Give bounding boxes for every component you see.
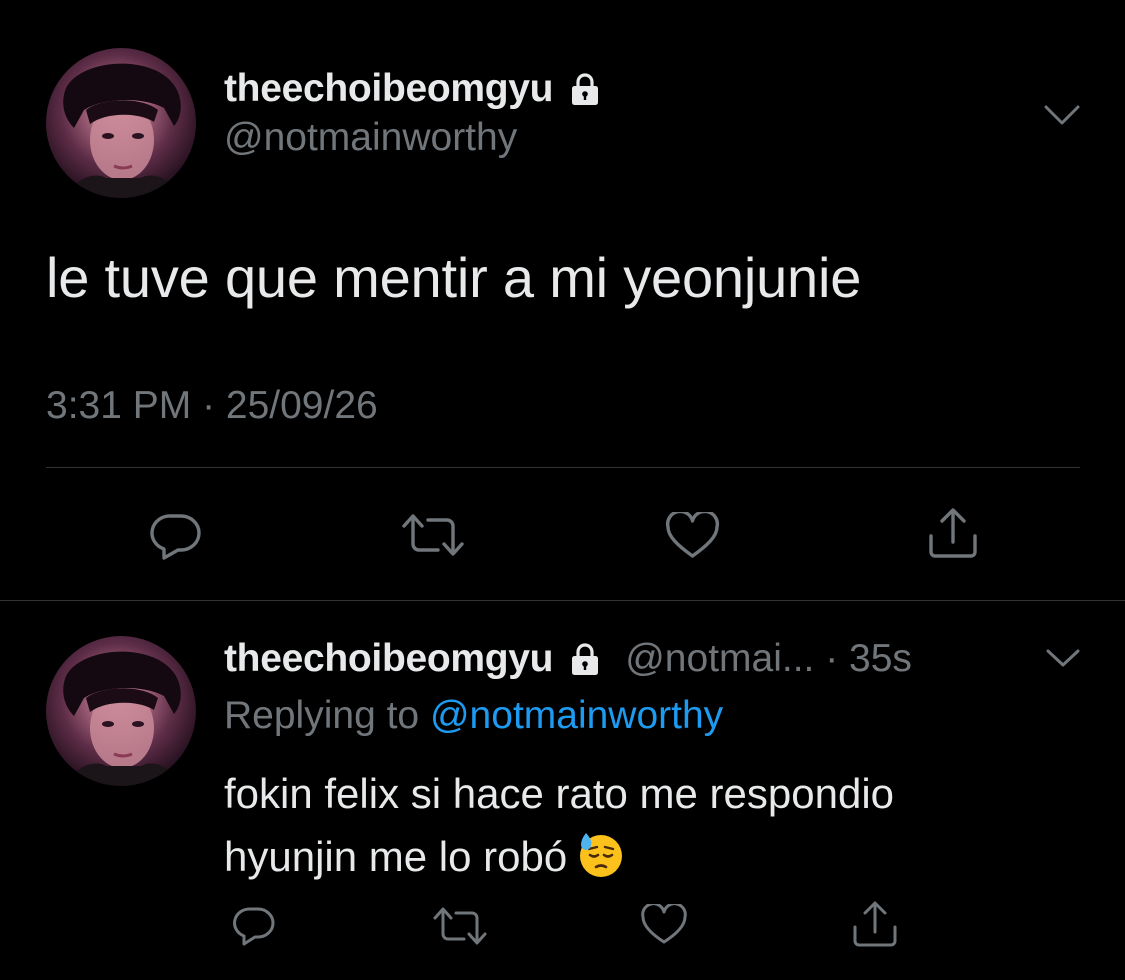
- replying-prefix: Replying to: [224, 694, 420, 737]
- downcast-face-with-sweat-emoji-icon: [577, 831, 625, 879]
- author-handle-time[interactable]: @notmai... · 35s: [625, 637, 912, 681]
- chevron-down-icon[interactable]: [1044, 104, 1080, 126]
- replying-to: Replying to @notmainworthy: [224, 694, 723, 738]
- divider: [46, 467, 1080, 468]
- tweet-text-line: hyunjin me lo robó: [224, 825, 1084, 888]
- lock-icon: [567, 641, 603, 677]
- main-tweet: theechoibeomgyu @notmainworthy le tuve q…: [0, 0, 1125, 600]
- avatar[interactable]: [46, 48, 196, 198]
- retweet-icon[interactable]: [432, 906, 488, 946]
- author-name-row: theechoibeomgyu @notmai... · 35s: [224, 634, 912, 684]
- tweet-text-line: fokin felix si hace rato me respondio: [224, 770, 895, 817]
- tweet-detail-page: theechoibeomgyu @notmainworthy le tuve q…: [0, 0, 1125, 980]
- tweet-text: fokin felix si hace rato me respondio hy…: [224, 762, 1084, 888]
- tweet-text-line-content: hyunjin me lo robó: [224, 833, 568, 880]
- tweet-text: le tuve que mentir a mi yeonjunie: [46, 246, 862, 309]
- share-icon[interactable]: [852, 900, 898, 948]
- mention-link[interactable]: @notmainworthy: [430, 694, 723, 737]
- author-name-row: theechoibeomgyu: [224, 64, 603, 114]
- heart-icon[interactable]: [665, 512, 720, 560]
- reply-icon[interactable]: [150, 512, 202, 560]
- display-name[interactable]: theechoibeomgyu: [224, 67, 554, 111]
- avatar-image: [63, 651, 181, 786]
- retweet-icon[interactable]: [400, 512, 466, 558]
- display-name[interactable]: theechoibeomgyu: [224, 637, 554, 681]
- share-icon[interactable]: [927, 506, 979, 560]
- heart-icon[interactable]: [640, 904, 688, 946]
- tweet-separator: [0, 600, 1125, 601]
- lock-icon: [567, 71, 603, 107]
- author-handle[interactable]: @notmainworthy: [224, 116, 517, 160]
- chevron-down-icon[interactable]: [1046, 648, 1080, 668]
- reply-icon[interactable]: [232, 906, 276, 946]
- avatar[interactable]: [46, 636, 196, 786]
- avatar-image: [63, 63, 181, 198]
- tweet-timestamp[interactable]: 3:31 PM · 25/09/26: [46, 384, 378, 428]
